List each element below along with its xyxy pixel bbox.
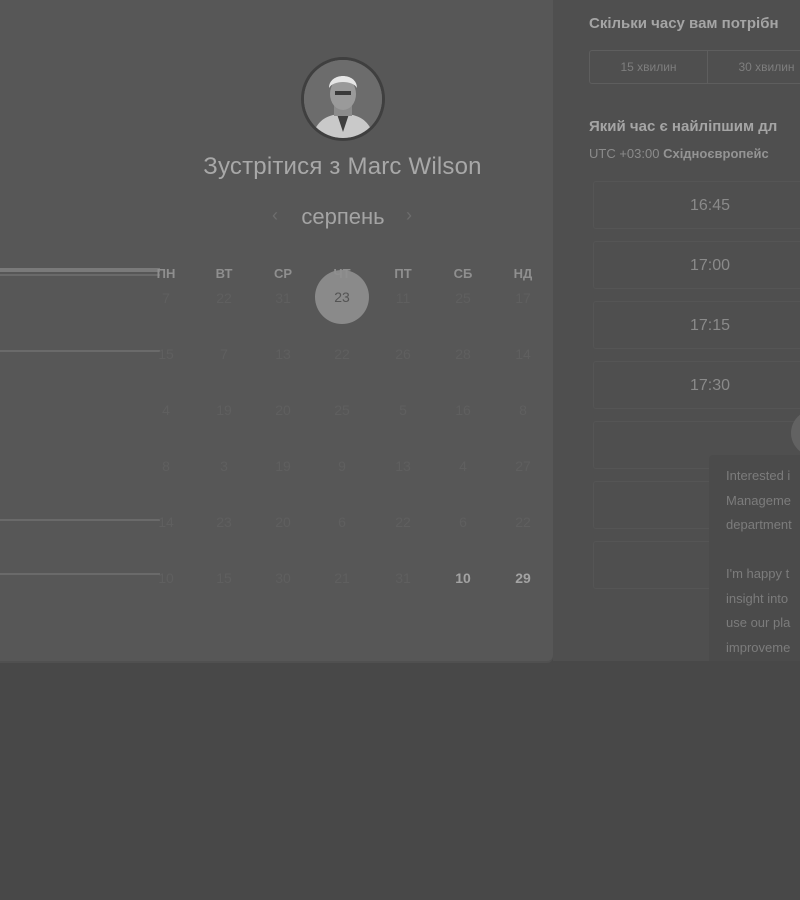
weekday-tue: ВТ	[215, 266, 233, 281]
host-avatar	[301, 57, 385, 141]
calendar-day[interactable]: 3	[204, 458, 244, 474]
calendar-day[interactable]: 7	[146, 290, 186, 306]
calendar-day[interactable]: 15	[146, 346, 186, 362]
calendar-panel: Зустрітися з Marc Wilson ‹ серпень › ПН …	[0, 0, 553, 661]
calendar-day[interactable]: 4	[146, 402, 186, 418]
calendar-day[interactable]: 30	[263, 570, 303, 586]
calendar-day[interactable]: 14	[503, 346, 543, 362]
chat-message-popup[interactable]: Interested i Manageme department I'm hap…	[709, 455, 800, 661]
time-slot[interactable]: 17:30	[593, 361, 800, 409]
calendar-day[interactable]: 23	[204, 514, 244, 530]
calendar-day[interactable]: 9	[322, 458, 362, 474]
weekday-mon: ПН	[156, 266, 176, 281]
calendar-day[interactable]: 31	[263, 290, 303, 306]
calendar-day[interactable]: 11	[383, 290, 423, 306]
chat-message-text: Interested i Manageme department I'm hap…	[726, 468, 792, 655]
calendar-day[interactable]: 7	[204, 346, 244, 362]
calendar-day[interactable]: 5	[383, 402, 423, 418]
calendar-day[interactable]: 13	[383, 458, 423, 474]
calendar-day[interactable]: 17	[503, 290, 543, 306]
time-slot-label: 17:00	[689, 257, 730, 274]
calendar-day[interactable]: 22	[322, 346, 362, 362]
calendar-day[interactable]: 16	[443, 402, 483, 418]
calendar-day[interactable]: 10	[146, 570, 186, 586]
duration-option-30[interactable]: 30 хвилин	[708, 51, 800, 83]
calendar-day[interactable]: 19	[263, 458, 303, 474]
calendar-day[interactable]: 19	[204, 402, 244, 418]
duration-selector: 15 хвилин 30 хвилин	[589, 50, 800, 84]
best-time-heading: Який час є найліпшим дл	[589, 118, 778, 135]
weekday-sun: НД	[513, 266, 533, 281]
chevron-right-icon[interactable]: ›	[406, 205, 412, 226]
calendar-day[interactable]: 21	[322, 570, 362, 586]
timezone-offset: UTC +03:00	[589, 146, 660, 161]
calendar-day[interactable]: 31	[383, 570, 423, 586]
calendar-day[interactable]: 8	[503, 402, 543, 418]
time-picker-panel: Скільки часу вам потрібн 15 хвилин 30 хв…	[553, 0, 800, 661]
calendar-day-selected[interactable]: 23	[322, 289, 362, 305]
calendar-day[interactable]: 8	[146, 458, 186, 474]
blurred-bar	[0, 350, 160, 352]
calendar-day[interactable]: 15	[204, 570, 244, 586]
month-navigator: ‹ серпень ›	[270, 203, 416, 233]
calendar-day-available[interactable]: 29	[503, 570, 543, 586]
blurred-bar	[0, 573, 160, 575]
calendar-day[interactable]: 28	[443, 346, 483, 362]
blurred-bar	[0, 519, 160, 521]
duration-heading: Скільки часу вам потрібн	[589, 15, 779, 32]
time-slot-label: 17:30	[689, 377, 730, 394]
meeting-title: Зустрітися з Marc Wilson	[203, 153, 482, 180]
timezone-label[interactable]: UTC +03:00 Східноєвропейс	[589, 146, 769, 161]
time-slot[interactable]: 17:15	[593, 301, 800, 349]
calendar-day[interactable]: 14	[146, 514, 186, 530]
weekday-wed: СР	[273, 266, 293, 281]
time-slot[interactable]: 16:45	[593, 181, 800, 229]
calendar-day[interactable]: 4	[443, 458, 483, 474]
weekday-sat: СБ	[453, 266, 473, 281]
time-slot-label: 17:15	[689, 317, 730, 334]
timezone-name: Східноєвропейс	[663, 146, 769, 161]
calendar-day[interactable]: 20	[263, 514, 303, 530]
calendar-day[interactable]: 27	[503, 458, 543, 474]
calendar-day[interactable]: 20	[263, 402, 303, 418]
month-label: серпень	[301, 204, 385, 229]
duration-option-15[interactable]: 15 хвилин	[590, 51, 708, 83]
person-photo-icon	[304, 60, 382, 138]
chevron-left-icon[interactable]: ‹	[272, 205, 278, 226]
calendar-day[interactable]: 22	[503, 514, 543, 530]
calendar-day[interactable]: 25	[443, 290, 483, 306]
weekday-thu: ЧТ	[333, 266, 351, 281]
time-slot[interactable]: 17:00	[593, 241, 800, 289]
calendar-day[interactable]: 26	[383, 346, 423, 362]
calendar-day[interactable]: 13	[263, 346, 303, 362]
calendar-day[interactable]: 6	[443, 514, 483, 530]
calendar-day[interactable]: 22	[383, 514, 423, 530]
blurred-bar	[0, 268, 160, 272]
calendar-day-available[interactable]: 10	[443, 570, 483, 586]
calendar-day[interactable]: 25	[322, 402, 362, 418]
weekday-fri: ПТ	[394, 266, 412, 281]
calendar-day[interactable]: 22	[204, 290, 244, 306]
calendar-day[interactable]: 6	[322, 514, 362, 530]
time-slot-label: 16:45	[689, 197, 730, 214]
blurred-bar	[0, 274, 160, 276]
